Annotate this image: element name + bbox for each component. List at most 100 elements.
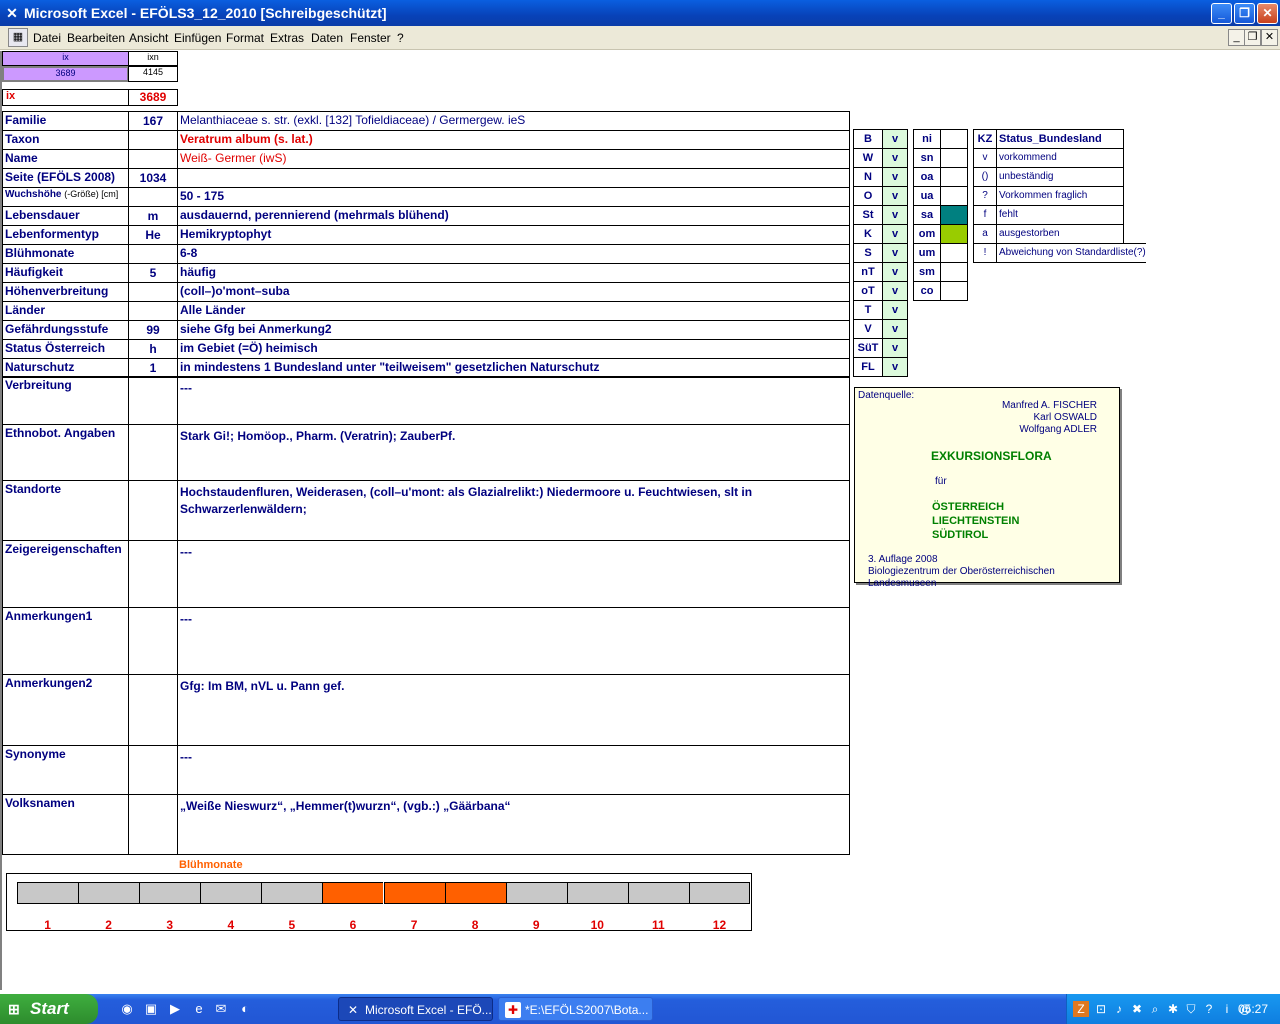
state-code[interactable]: K <box>853 224 883 244</box>
ix-header[interactable]: ix <box>2 51 129 66</box>
big-row-code[interactable] <box>128 376 178 425</box>
row-value[interactable] <box>177 168 850 188</box>
region-swatch[interactable] <box>940 148 968 168</box>
quicklaunch-desktop-icon[interactable]: ▣ <box>142 1000 160 1018</box>
row-code[interactable] <box>128 187 178 207</box>
row-value[interactable]: Weiß- Germer (iwS) <box>177 149 850 169</box>
big-row-label[interactable]: Volksnamen <box>2 794 129 855</box>
row-value[interactable]: im Gebiet (=Ö) heimisch <box>177 339 850 359</box>
row-code[interactable] <box>128 244 178 264</box>
region-swatch[interactable] <box>940 167 968 187</box>
state-value[interactable]: v <box>882 243 908 263</box>
region-code[interactable]: co <box>913 281 941 301</box>
state-value[interactable]: v <box>882 262 908 282</box>
info-icon[interactable]: i <box>1219 1001 1235 1017</box>
state-value[interactable]: v <box>882 281 908 301</box>
state-value[interactable]: v <box>882 357 908 377</box>
row-value[interactable]: Hemikryptophyt <box>177 225 850 245</box>
row-value[interactable]: siehe Gfg bei Anmerkung2 <box>177 320 850 340</box>
row-value[interactable]: Melanthiaceae s. str. (exkl. [132] Tofie… <box>177 111 850 131</box>
row-label[interactable]: Länder <box>2 301 129 321</box>
menu-help[interactable]: ? <box>397 31 404 45</box>
big-row-code[interactable] <box>128 674 178 746</box>
region-swatch[interactable] <box>940 243 968 263</box>
row-value[interactable]: 6-8 <box>177 244 850 264</box>
row-code[interactable] <box>128 130 178 150</box>
doc-restore-button[interactable]: ❐ <box>1244 29 1261 46</box>
row-label[interactable]: Taxon <box>2 130 129 150</box>
ixn-header[interactable]: ixn <box>128 51 178 66</box>
region-code[interactable]: um <box>913 243 941 263</box>
row-label[interactable]: Lebenformentyp <box>2 225 129 245</box>
big-row-value[interactable]: --- <box>177 540 850 608</box>
excel-icon[interactable]: ✕ <box>4 5 20 21</box>
big-row-label[interactable]: Anmerkungen2 <box>2 674 129 746</box>
region-swatch[interactable] <box>940 281 968 301</box>
state-code[interactable]: S <box>853 243 883 263</box>
row-code[interactable]: He <box>128 225 178 245</box>
row-code[interactable]: h <box>128 339 178 359</box>
region-swatch[interactable] <box>940 186 968 206</box>
big-row-label[interactable]: Synonyme <box>2 745 129 795</box>
state-value[interactable]: v <box>882 300 908 320</box>
row-label[interactable]: Höhenverbreitung <box>2 282 129 302</box>
row-value[interactable]: häufig <box>177 263 850 283</box>
row-label[interactable]: Seite (EFÖLS 2008) <box>2 168 129 188</box>
quicklaunch-browser-icon[interactable]: e <box>190 1000 208 1018</box>
quicklaunch-mail-icon[interactable]: ✉ <box>212 1000 230 1018</box>
big-row-value[interactable]: Gfg: Im BM, nVL u. Pann gef. <box>177 674 850 746</box>
state-code[interactable]: O <box>853 186 883 206</box>
close-button[interactable]: ✕ <box>1257 3 1278 24</box>
doc-minimize-button[interactable]: _ <box>1228 29 1245 46</box>
region-swatch[interactable] <box>940 262 968 282</box>
state-value[interactable]: v <box>882 338 908 358</box>
big-row-value[interactable]: --- <box>177 376 850 425</box>
big-row-code[interactable] <box>128 794 178 855</box>
ixn-value-cell[interactable]: 4145 <box>128 66 178 82</box>
quicklaunch-media-icon[interactable]: ▶ <box>166 1000 184 1018</box>
region-code[interactable]: sn <box>913 148 941 168</box>
state-code[interactable]: FL <box>853 357 883 377</box>
state-value[interactable]: v <box>882 224 908 244</box>
row-code[interactable]: 5 <box>128 263 178 283</box>
row-label[interactable]: Wuchshöhe (-Größe) [cm] <box>2 187 129 207</box>
big-row-value[interactable]: Hochstaudenfluren, Weiderasen, (coll–u'm… <box>177 480 850 541</box>
region-swatch[interactable] <box>940 205 968 225</box>
quicklaunch-firefox-icon[interactable]: ◐ <box>236 1000 254 1018</box>
state-value[interactable]: v <box>882 129 908 149</box>
big-row-value[interactable]: --- <box>177 745 850 795</box>
quicklaunch-ie-icon[interactable]: ◉ <box>118 1000 136 1018</box>
big-row-value[interactable]: --- <box>177 607 850 675</box>
menu-extras[interactable]: Extras <box>270 31 304 45</box>
region-code[interactable]: sm <box>913 262 941 282</box>
menu-datei[interactable]: Datei <box>33 31 61 45</box>
tools-icon[interactable]: ✱ <box>1165 1001 1181 1017</box>
region-code[interactable]: oa <box>913 167 941 187</box>
state-code[interactable]: B <box>853 129 883 149</box>
state-value[interactable]: v <box>882 167 908 187</box>
state-value[interactable]: v <box>882 186 908 206</box>
row-code[interactable]: 1034 <box>128 168 178 188</box>
row-label[interactable]: Naturschutz <box>2 358 129 378</box>
row-value[interactable]: ausdauernd, perennierend (mehrmals blühe… <box>177 206 850 226</box>
region-swatch[interactable] <box>940 224 968 244</box>
row-label[interactable]: Name <box>2 149 129 169</box>
region-code[interactable]: ni <box>913 129 941 149</box>
state-code[interactable]: W <box>853 148 883 168</box>
menu-ansicht[interactable]: Ansicht <box>129 31 168 45</box>
big-row-code[interactable] <box>128 540 178 608</box>
row-label[interactable]: Gefährdungsstufe <box>2 320 129 340</box>
start-button[interactable]: ⊞ Start <box>0 994 98 1024</box>
state-code[interactable]: St <box>853 205 883 225</box>
region-code[interactable]: om <box>913 224 941 244</box>
big-row-label[interactable]: Verbreitung <box>2 376 129 425</box>
row-value[interactable]: Alle Länder <box>177 301 850 321</box>
row-code[interactable] <box>128 301 178 321</box>
row-code[interactable]: 167 <box>128 111 178 131</box>
taskbar-item-editor[interactable]: ✚ *E:\EFÖLS2007\Bota... <box>498 997 653 1021</box>
row-value[interactable]: (coll–)o'mont–suba <box>177 282 850 302</box>
security-icon[interactable]: ✖ <box>1129 1001 1145 1017</box>
state-value[interactable]: v <box>882 205 908 225</box>
state-code[interactable]: nT <box>853 262 883 282</box>
row-code[interactable] <box>128 149 178 169</box>
